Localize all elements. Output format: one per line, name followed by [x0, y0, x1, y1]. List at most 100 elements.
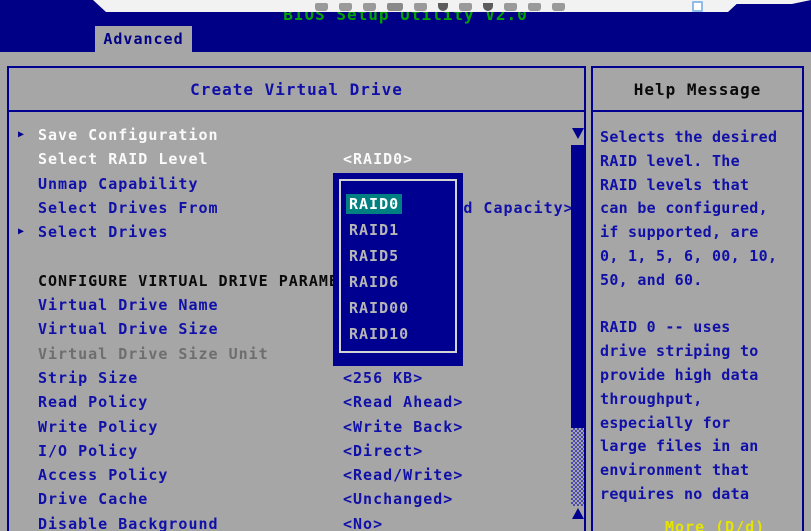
option-label: Save Configuration — [38, 126, 219, 144]
grid-icon[interactable] — [414, 3, 427, 11]
option-label: Unmap Capability — [38, 175, 199, 193]
option-row[interactable]: Virtual Drive Name — [9, 294, 584, 318]
option-row[interactable]: Virtual Drive Size — [9, 318, 584, 342]
settings-icon[interactable] — [528, 3, 541, 11]
option-row[interactable]: Select RAID Level <RAID0> — [9, 148, 584, 172]
media-icon[interactable] — [459, 3, 472, 11]
popup-option-label: RAID0 — [346, 194, 402, 214]
option-label: Disable Background — [38, 515, 219, 531]
scrollbar-track[interactable] — [571, 428, 584, 506]
option-label: I/O Policy — [38, 442, 138, 460]
popup-option[interactable]: RAID00 — [341, 298, 455, 324]
option-row[interactable]: ▶ Select Drives — [9, 221, 584, 245]
option-label: Write Policy — [38, 418, 158, 436]
help-text: Selects the desiredRAID level. TheRAID l… — [600, 128, 799, 509]
option-row[interactable]: Access Policy <Read/Write> — [9, 464, 584, 488]
option-label: Virtual Drive Name — [38, 296, 219, 314]
option-row[interactable]: Strip Size <256 KB> — [9, 367, 584, 391]
help-line: 0, 1, 5, 6, 00, 10, — [600, 247, 799, 271]
option-value: <256 KB> — [343, 369, 423, 387]
help-line — [600, 295, 799, 319]
popup-option[interactable]: RAID1 — [341, 220, 455, 246]
option-value: <Read/Write> — [343, 466, 463, 484]
popup-option-label: RAID10 — [346, 324, 412, 344]
popup-option-label: RAID5 — [346, 246, 402, 266]
help-line: throughput, — [600, 390, 799, 414]
panel-main-title: Create Virtual Drive — [9, 68, 584, 112]
chat-icon[interactable] — [552, 3, 565, 11]
help-line: provide high data — [600, 366, 799, 390]
save-icon[interactable] — [315, 3, 328, 11]
tab-advanced[interactable]: Advanced — [95, 26, 192, 52]
help-line: 50, and 60. — [600, 271, 799, 295]
help-line: RAID 0 -- uses — [600, 318, 799, 342]
option-label: Select Drives — [38, 223, 168, 241]
panel-help-title-label: Help Message — [634, 80, 762, 99]
monitor-icon[interactable] — [339, 3, 352, 11]
console-toolbar — [93, 0, 741, 12]
scroll-up-icon[interactable] — [572, 508, 584, 519]
raid-level-popup-border: RAID0 RAID1 RAID5 RAID6 RAID00 RAID10 — [339, 179, 457, 353]
create-virtual-drive-panel: Create Virtual Drive ▶ Save Configuration… — [7, 66, 586, 531]
option-label: Access Policy — [38, 466, 168, 484]
panel-main-title-label: Create Virtual Drive — [190, 80, 403, 99]
help-message-panel: Help Message Selects the desiredRAID lev… — [591, 66, 804, 531]
option-row[interactable]: Disable Background <No> — [9, 513, 584, 531]
panel-help-title: Help Message — [593, 68, 802, 112]
eject-icon[interactable] — [483, 3, 493, 11]
option-value: <Unchanged> — [343, 490, 453, 508]
option-value: <No> — [343, 515, 383, 531]
option-label: Select Drives From — [38, 199, 219, 217]
checkbox-icon[interactable] — [692, 1, 703, 12]
option-row[interactable]: Write Policy <Write Back> — [9, 416, 584, 440]
raid-level-options: RAID0 RAID1 RAID5 RAID6 RAID00 RAID10 — [341, 181, 455, 350]
option-row[interactable]: ▶ Save Configuration — [9, 124, 584, 148]
option-row[interactable]: Virtual Drive Size Unit — [9, 343, 584, 367]
option-value: <Write Back> — [343, 418, 463, 436]
option-row[interactable]: Drive Cache <Unchanged> — [9, 488, 584, 512]
option-row[interactable]: I/O Policy<Direct> — [9, 440, 584, 464]
power-icon[interactable] — [438, 3, 448, 11]
option-label: Select RAID Level — [38, 150, 209, 168]
option-label: Drive Cache — [38, 490, 148, 508]
option-row — [9, 245, 584, 269]
help-line: requires no data — [600, 485, 799, 509]
option-row[interactable]: CONFIGURE VIRTUAL DRIVE PARAMETERS: — [9, 270, 584, 294]
more-indicator: More (D/d) — [665, 518, 765, 531]
help-line: RAID levels that — [600, 176, 799, 200]
help-line: drive striping to — [600, 342, 799, 366]
refresh-icon[interactable] — [504, 3, 517, 11]
tab-advanced-label: Advanced — [103, 30, 183, 48]
scrollbar-thumb[interactable] — [571, 145, 584, 428]
popup-option[interactable]: RAID6 — [341, 272, 455, 298]
chevron-right-icon: ▶ — [18, 129, 24, 140]
help-line: can be configured, — [600, 199, 799, 223]
option-value: <Read Ahead> — [343, 393, 463, 411]
help-line: large files in an — [600, 437, 799, 461]
window-icon[interactable] — [363, 3, 376, 11]
popup-option-label: RAID00 — [346, 298, 412, 318]
option-label: Virtual Drive Size Unit — [38, 345, 269, 363]
help-line: Selects the desired — [600, 128, 799, 152]
option-row[interactable]: Read Policy <Read Ahead> — [9, 391, 584, 415]
help-line: RAID level. The — [600, 152, 799, 176]
option-list: ▶ Save Configuration Select RAID Level <RAI… — [9, 124, 584, 531]
popup-option-label: RAID6 — [346, 272, 402, 292]
bios-setup-screen: BIOS Setup Utility V2.0 Advanced Create … — [0, 0, 811, 531]
option-label: Virtual Drive Size — [38, 320, 219, 338]
popup-option-label: RAID1 — [346, 220, 402, 240]
option-row[interactable]: Select Drives From<Unconfigured Capacity… — [9, 197, 584, 221]
scroll-down-icon[interactable] — [572, 128, 584, 139]
keyboard-icon[interactable] — [387, 3, 403, 11]
popup-option[interactable]: RAID0 — [341, 194, 455, 220]
chevron-right-icon: ▶ — [18, 226, 24, 237]
popup-option[interactable]: RAID10 — [341, 324, 455, 350]
raid-level-popup: RAID0 RAID1 RAID5 RAID6 RAID00 RAID10 — [333, 173, 463, 366]
popup-option[interactable]: RAID5 — [341, 246, 455, 272]
help-line: if supported, are — [600, 223, 799, 247]
option-row[interactable]: Unmap Capability — [9, 173, 584, 197]
option-label: Strip Size — [38, 369, 138, 387]
option-value: <RAID0> — [343, 150, 413, 168]
help-line: environment that — [600, 461, 799, 485]
option-label: Read Policy — [38, 393, 148, 411]
